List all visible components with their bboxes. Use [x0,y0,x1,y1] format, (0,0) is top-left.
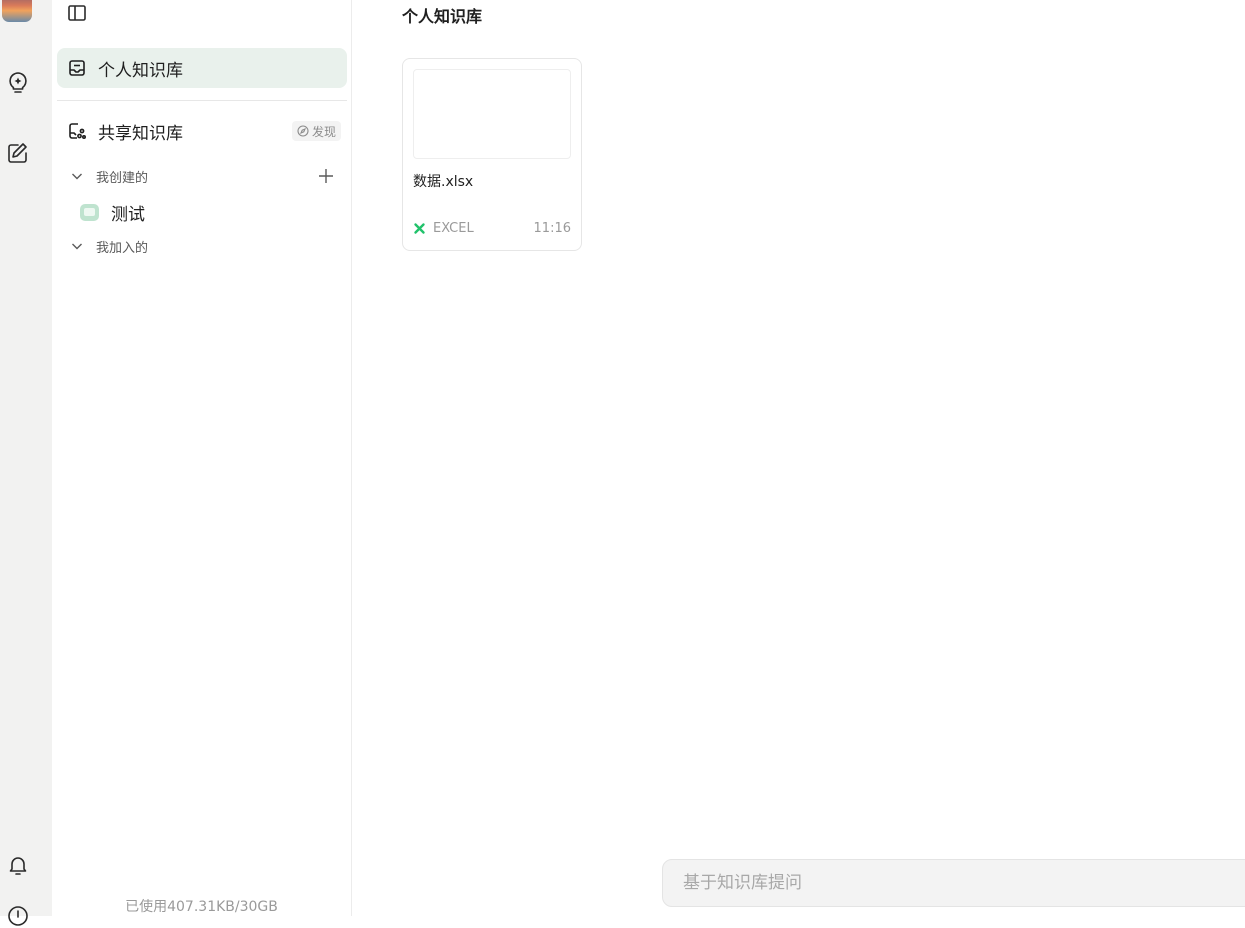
app-rail [0,0,52,926]
avatar[interactable] [2,0,32,22]
edit-note-icon[interactable] [6,141,30,165]
kb-item-test[interactable]: 测试 [80,200,145,225]
file-card[interactable]: 数据.xlsx EXCEL 11:16 [402,58,582,251]
file-type-label: EXCEL [433,221,474,236]
file-name: 数据.xlsx [413,174,474,190]
info-icon[interactable] [6,904,30,928]
compass-icon [297,125,309,137]
discover-label: 发现 [311,124,336,139]
kb-item-label: 测试 [111,204,145,225]
group-joined[interactable]: 我加入的 [70,236,148,256]
storage-usage: 已使用407.31KB/30GB [125,899,278,915]
sidebar: 个人知识库 共享知识库 发现 我创建的 测试 我加入的 已使用407.31KB/… [52,0,352,916]
discover-button[interactable]: 发现 [291,121,341,141]
nav-personal-kb-label: 个人知识库 [98,60,183,81]
personal-kb-icon [68,59,86,77]
group-created-label: 我创建的 [96,170,149,186]
sidebar-toggle-icon[interactable] [67,3,87,23]
nav-shared-kb-label: 共享知识库 [98,123,183,144]
chevron-down-icon [72,243,82,250]
bell-icon[interactable] [6,853,30,877]
group-created[interactable]: 我创建的 [70,166,148,186]
page-title: 个人知识库 [402,7,483,26]
file-time: 11:16 [533,221,571,236]
group-joined-label: 我加入的 [96,240,149,256]
chevron-down-icon [72,173,82,180]
add-kb-icon[interactable] [316,166,336,186]
file-type: EXCEL [413,221,474,236]
nav-personal-kb[interactable]: 个人知识库 [57,48,347,88]
ask-box [662,859,1245,907]
kb-badge-icon [80,203,99,221]
divider [57,100,347,101]
ask-input[interactable] [663,860,1203,906]
bulb-sparkle-icon[interactable] [6,70,30,94]
excel-icon [414,223,425,234]
main-content: 个人知识库 数据.xlsx EXCEL 11:16 [352,0,1245,916]
file-thumbnail [413,69,571,159]
shared-kb-icon [68,122,86,140]
